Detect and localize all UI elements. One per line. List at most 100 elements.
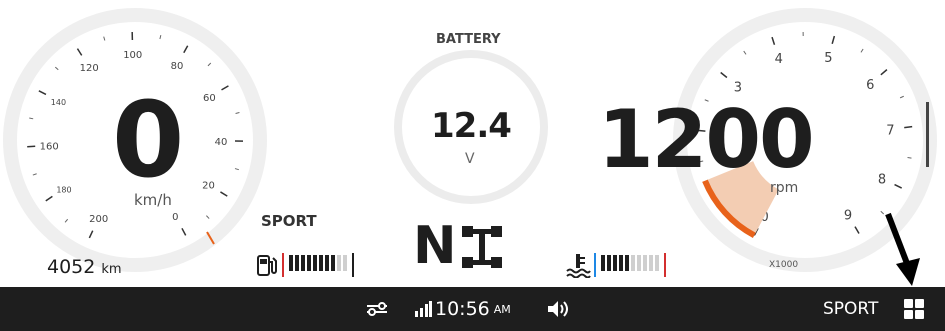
level-segment	[613, 255, 617, 271]
speed-minor-tick	[54, 66, 59, 71]
fuel-gauge	[256, 252, 354, 278]
instrument-cluster: 020406080100120140160180200 0123456789 0…	[0, 0, 945, 287]
rpm-tick-label: 8	[878, 172, 886, 187]
level-segment	[325, 255, 329, 271]
gear-indicator: N	[413, 216, 457, 276]
speed-minor-tick	[159, 35, 162, 40]
rpm-tick	[904, 125, 913, 129]
level-segment	[601, 255, 605, 271]
fuel-low-marker	[282, 253, 284, 277]
speed-minor-tick	[32, 173, 37, 176]
scroll-indicator[interactable]	[926, 102, 929, 167]
speed-tick-label: 140	[51, 98, 66, 107]
rpm-tick	[894, 183, 903, 189]
rpm-minor-tick	[743, 50, 747, 55]
odometer-unit: km	[101, 262, 122, 277]
speed-value: 0	[112, 79, 184, 201]
rpm-tick-label: 7	[886, 123, 894, 138]
fuel-level-bars	[289, 255, 349, 275]
speed-minor-tick	[29, 117, 34, 120]
rpm-unit: rpm	[770, 180, 799, 196]
battery-value: 12.4	[431, 106, 512, 146]
level-segment	[625, 255, 629, 271]
clock: 10:56 AM	[435, 287, 511, 331]
speed-minor-tick	[206, 215, 210, 219]
level-segment	[313, 255, 317, 271]
battery-unit: V	[465, 151, 475, 167]
drive-mode-status[interactable]: SPORT	[823, 287, 878, 331]
speed-minor-tick	[64, 218, 69, 223]
rpm-tick	[831, 35, 836, 44]
level-segment	[607, 255, 611, 271]
speed-minor-tick	[234, 168, 239, 171]
fuel-full-marker	[352, 253, 354, 277]
speed-tick	[88, 230, 94, 239]
rpm-value: 1200	[598, 93, 815, 186]
speed-tick	[45, 195, 53, 202]
rpm-tick-label: 4	[775, 52, 783, 67]
rpm-tick-label: 9	[844, 208, 852, 223]
level-segment	[319, 255, 323, 271]
level-segment	[649, 255, 653, 271]
level-segment	[643, 255, 647, 271]
drive-mode-label: SPORT	[261, 212, 317, 230]
rpm-minor-tick	[860, 48, 864, 53]
level-segment	[295, 255, 299, 271]
connection-icon[interactable]	[365, 287, 389, 331]
speed-tick-label: 200	[89, 214, 108, 225]
level-segment	[637, 255, 641, 271]
clock-time: 10:56	[435, 298, 490, 320]
level-segment	[631, 255, 635, 271]
speed-tick-label: 20	[202, 181, 215, 192]
speed-tick-label: 100	[123, 50, 142, 61]
speed-tick-label: 80	[171, 61, 184, 72]
fuel-pump-icon	[257, 255, 277, 276]
level-segment	[307, 255, 311, 271]
coolant-cold-marker	[594, 253, 596, 277]
coolant-hot-marker	[664, 253, 666, 277]
speed-minor-tick	[103, 36, 106, 41]
speed-unit: km/h	[134, 191, 172, 209]
rpm-tick-label: 6	[866, 78, 874, 93]
level-segment	[619, 255, 623, 271]
volume-icon[interactable]	[547, 287, 569, 331]
rpm-tick	[720, 71, 728, 79]
rpm-tick-label: 5	[824, 51, 832, 66]
rpm-multiplier: X1000	[769, 260, 799, 270]
grid-menu-icon[interactable]	[903, 287, 925, 331]
rpm-tick	[854, 226, 860, 234]
speed-minor-tick	[207, 62, 212, 67]
speed-tick	[76, 48, 83, 56]
speed-tick-label: 120	[80, 63, 99, 74]
odometer: 4052 km	[47, 256, 122, 278]
rpm-minor-tick	[899, 95, 904, 99]
level-segment	[301, 255, 305, 271]
clock-ampm: AM	[493, 302, 511, 316]
odometer-value: 4052	[47, 256, 96, 278]
speed-tick	[221, 85, 229, 91]
four-wheel-drive-icon	[462, 226, 502, 268]
battery-title: BATTERY	[436, 32, 501, 47]
coolant-gauge	[565, 252, 666, 278]
speed-tick	[183, 45, 189, 54]
speed-tick	[38, 90, 47, 96]
coolant-level-bars	[601, 255, 661, 275]
rpm-tick	[771, 36, 776, 46]
speed-tick-label: 180	[56, 185, 71, 194]
level-segment	[337, 255, 341, 271]
speed-tick-label: 40	[215, 137, 228, 148]
rpm-minor-tick	[907, 156, 912, 159]
speed-tick	[181, 227, 187, 236]
level-segment	[289, 255, 293, 271]
level-segment	[331, 255, 335, 271]
speed-tick-label: 60	[203, 93, 216, 104]
speed-minor-tick	[235, 112, 240, 115]
speed-tick-label: 0	[172, 212, 178, 223]
signal-icon	[414, 287, 432, 331]
level-segment	[655, 255, 659, 271]
speed-tick	[27, 145, 36, 148]
rpm-tick	[880, 69, 888, 76]
speed-tick	[220, 191, 228, 197]
coolant-temperature-icon	[566, 254, 591, 278]
arrow-pointer-icon	[885, 212, 920, 286]
